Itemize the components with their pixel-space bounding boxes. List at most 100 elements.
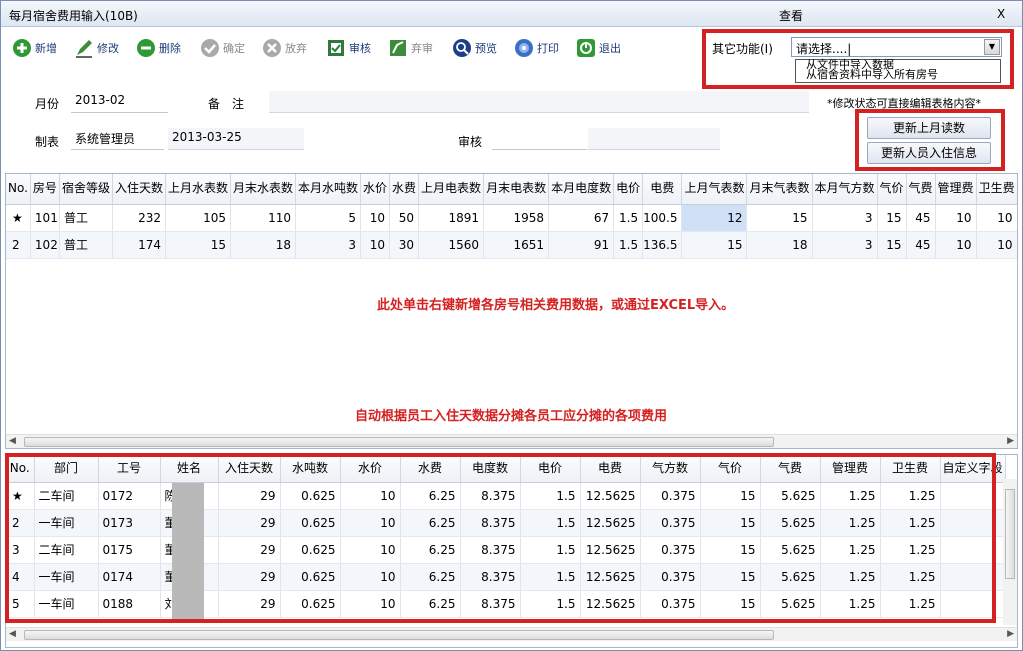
lower-vertical-scrollbar[interactable]: [1003, 479, 1017, 625]
other-functions-select[interactable]: 请选择....| ▼: [791, 37, 1002, 57]
table-cell[interactable]: 91: [548, 231, 615, 259]
table-cell[interactable]: 10: [935, 231, 977, 259]
table-cell[interactable]: 174: [112, 231, 166, 259]
table-cell[interactable]: [1017, 204, 1018, 231]
table-cell[interactable]: 232: [112, 204, 166, 232]
toolbar-audit-button[interactable]: 审核: [325, 35, 371, 61]
table-cell[interactable]: 10: [976, 204, 1017, 232]
upper-header-cell[interactable]: 月末水表数: [230, 174, 297, 205]
lower-vscroll-thumb[interactable]: [1005, 489, 1015, 579]
upper-header-cell[interactable]: 本月水吨数: [295, 174, 362, 205]
upper-header-cell[interactable]: 上月气表数: [681, 174, 748, 205]
table-cell[interactable]: 1.5: [613, 204, 644, 232]
table-cell[interactable]: 101: [30, 204, 60, 232]
scroll-right-icon[interactable]: ▶: [1007, 629, 1014, 639]
table-cell[interactable]: 15: [681, 231, 748, 259]
upper-header-cell[interactable]: 自定义字段: [1017, 174, 1018, 204]
table-cell[interactable]: [1017, 231, 1018, 258]
table-cell[interactable]: 15: [877, 231, 907, 259]
remark-field[interactable]: [269, 91, 809, 113]
table-cell[interactable]: 30: [389, 231, 420, 259]
toolbar-delete-button[interactable]: 删除: [135, 35, 181, 61]
table-cell[interactable]: 10: [935, 204, 977, 232]
table-cell[interactable]: 102: [30, 231, 60, 259]
table-cell[interactable]: 2: [6, 231, 31, 259]
toolbar-discard-button[interactable]: 放弃: [261, 35, 307, 61]
table-cell[interactable]: 10: [360, 204, 391, 232]
table-cell[interactable]: 15: [877, 204, 907, 232]
upper-header-cell[interactable]: 气价: [877, 174, 907, 205]
toolbar-edit-label: 修改: [97, 42, 119, 55]
lower-scroll-thumb[interactable]: [24, 630, 774, 640]
toolbar-exit-button[interactable]: 退出: [575, 35, 621, 61]
scroll-left-icon[interactable]: ◀: [9, 436, 16, 446]
upper-header-cell[interactable]: 电费: [642, 174, 683, 205]
upper-header-cell[interactable]: 管理费: [935, 174, 977, 205]
table-row[interactable]: ★ 101 普工 232 105 110 5 10 50 1891 1958 67 1.5 100.5 12…: [6, 204, 1018, 232]
option-import-rooms[interactable]: 从宿舍资料中导入所有房号: [796, 69, 1000, 80]
toolbar-audit-label: 审核: [349, 42, 371, 55]
toolbar-confirm-button[interactable]: 确定: [199, 35, 245, 61]
table-cell[interactable]: 1958: [483, 204, 550, 232]
upper-header-cell[interactable]: 水费: [389, 174, 420, 205]
upper-header-cell[interactable]: 电价: [613, 174, 644, 205]
table-cell[interactable]: 18: [746, 231, 813, 259]
upper-header-cell[interactable]: 本月电度数: [548, 174, 615, 205]
table-cell[interactable]: 1560: [418, 231, 485, 259]
table-cell[interactable]: 110: [230, 204, 297, 232]
table-cell[interactable]: 45: [906, 231, 936, 259]
toolbar-print-button[interactable]: 打印: [513, 35, 559, 61]
scroll-left-icon[interactable]: ◀: [9, 629, 16, 639]
upper-header-cell[interactable]: No.: [6, 174, 31, 205]
table-cell[interactable]: 普工: [59, 204, 113, 232]
table-cell[interactable]: ★: [6, 204, 31, 232]
table-row[interactable]: 2 102 普工 174 15 18 3 10 30 1560 1651 91 1.5 136.5 15 18…: [6, 231, 1018, 259]
table-cell[interactable]: 3: [295, 231, 362, 259]
upper-header-cell[interactable]: 卫生费: [976, 174, 1017, 205]
table-cell[interactable]: 1891: [418, 204, 485, 232]
upper-header-cell[interactable]: 上月水表数: [165, 174, 231, 205]
table-cell[interactable]: 1.5: [613, 231, 644, 259]
upper-header-cell[interactable]: 本月气方数: [812, 174, 878, 205]
table-cell[interactable]: 3: [812, 231, 878, 259]
toolbar-preview-button[interactable]: 预览: [451, 35, 497, 61]
upper-header-cell[interactable]: 气费: [906, 174, 936, 205]
table-cell[interactable]: 45: [906, 204, 936, 232]
table-cell[interactable]: 105: [165, 204, 231, 232]
close-button[interactable]: X: [997, 7, 1005, 21]
table-cell[interactable]: 67: [548, 204, 615, 232]
table-cell[interactable]: 10: [360, 231, 391, 259]
toolbar-add-button[interactable]: 新增: [11, 35, 57, 61]
table-cell[interactable]: 18: [230, 231, 297, 259]
table-cell[interactable]: 普工: [59, 231, 113, 259]
upper-header-cell[interactable]: 入住天数: [112, 174, 166, 205]
upper-header-cell[interactable]: 上月电表数: [418, 174, 485, 205]
table-cell[interactable]: 5: [295, 204, 362, 232]
upper-header-cell[interactable]: 宿舍等级: [59, 174, 113, 205]
table-cell[interactable]: 15: [165, 231, 231, 259]
upper-header-cell[interactable]: 月末电表数: [483, 174, 550, 205]
upper-header-cell[interactable]: 水价: [360, 174, 391, 205]
update-last-reading-button[interactable]: 更新上月读数: [867, 117, 991, 139]
update-staff-info-button[interactable]: 更新人员入住信息: [867, 142, 991, 164]
upper-header-cell[interactable]: 月末气表数: [746, 174, 813, 205]
table-cell[interactable]: 12: [681, 204, 748, 232]
make-date-field: 2013-03-25: [168, 128, 304, 150]
toolbar-unaudit-button[interactable]: 弃审: [387, 35, 433, 61]
toolbar-edit-button[interactable]: 修改: [73, 35, 119, 61]
upper-header-cell[interactable]: 房号: [30, 174, 60, 205]
table-cell[interactable]: 3: [812, 204, 878, 232]
upper-scroll-thumb[interactable]: [24, 437, 774, 447]
table-cell[interactable]: 136.5: [642, 231, 683, 259]
scroll-right-icon[interactable]: ▶: [1007, 436, 1014, 446]
chevron-down-icon[interactable]: ▼: [984, 39, 1000, 55]
month-field[interactable]: 2013-02: [71, 91, 168, 113]
table-cell[interactable]: 15: [746, 204, 813, 232]
lower-horizontal-scrollbar[interactable]: ◀ ▶: [6, 627, 1017, 641]
table-cell[interactable]: 100.5: [642, 204, 683, 232]
table-cell[interactable]: 50: [389, 204, 420, 232]
upper-horizontal-scrollbar[interactable]: ◀ ▶: [6, 434, 1017, 448]
table-cell[interactable]: 1651: [483, 231, 550, 259]
table-cell[interactable]: 10: [976, 231, 1017, 259]
auditor-label: 审核: [458, 135, 483, 149]
